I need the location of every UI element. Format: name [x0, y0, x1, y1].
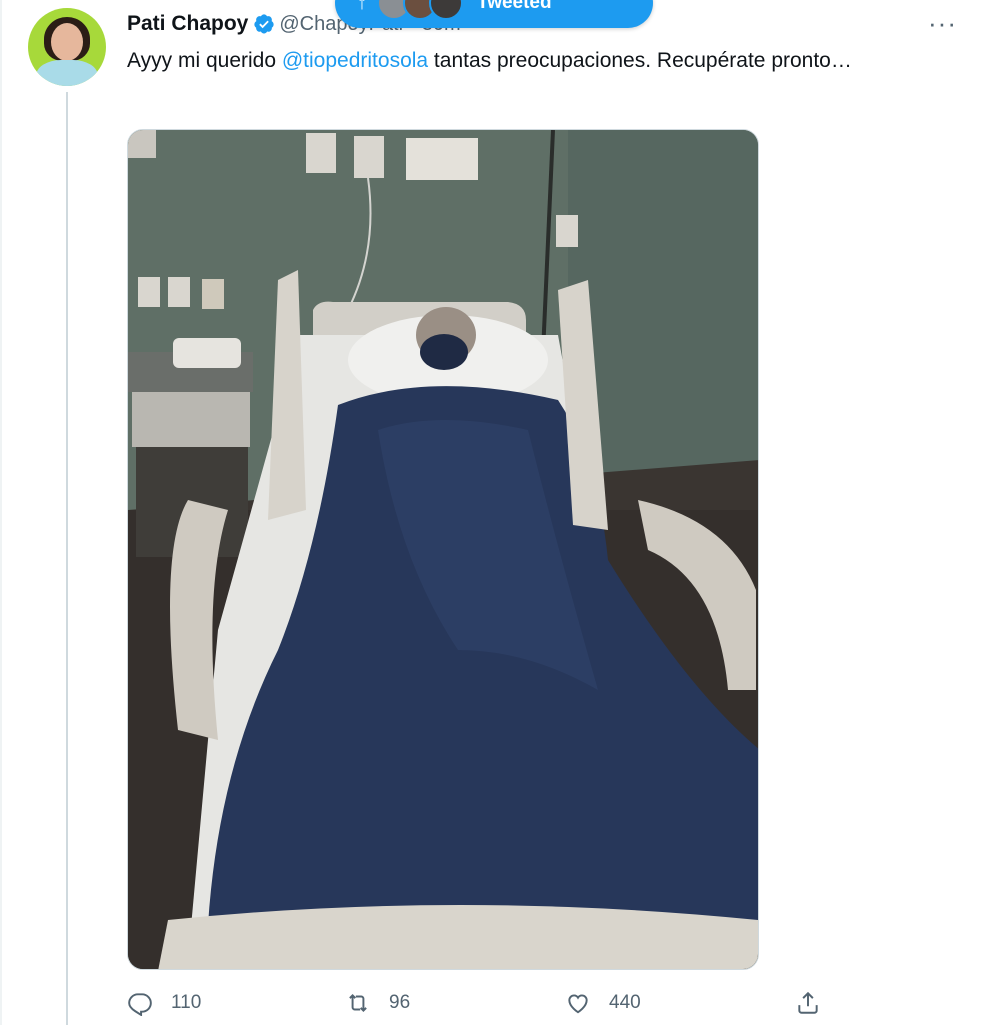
pill-avatars — [377, 0, 463, 20]
retweet-icon — [349, 994, 367, 1012]
avatar-face — [51, 23, 83, 61]
pill-avatar — [429, 0, 463, 20]
avatar-shirt — [36, 60, 98, 86]
mention-link[interactable]: @tiopedritosola — [282, 49, 428, 72]
like-count: 440 — [609, 992, 641, 1013]
share-icon — [798, 991, 818, 1014]
like-button[interactable]: 440 — [565, 990, 641, 1016]
timeline-edge — [0, 0, 2, 1025]
reply-count: 110 — [171, 992, 202, 1013]
share-button[interactable] — [795, 990, 839, 1016]
retweet-button[interactable]: 96 — [345, 990, 410, 1016]
author-avatar[interactable] — [28, 8, 106, 86]
reply-button[interactable]: 110 — [127, 990, 201, 1016]
like-icon — [568, 994, 588, 1014]
tweet-text: Ayyy mi querido @tiopedritosola tantas p… — [127, 45, 927, 77]
reply-icon — [128, 993, 152, 1016]
thread-connector — [66, 92, 68, 1025]
tweet-text-end: tantas preocupaciones. Recupérate pronto… — [428, 49, 852, 72]
tweet-text-start: Ayyy mi querido — [127, 49, 282, 72]
hospital-bed-photo — [128, 130, 758, 969]
new-tweets-pill[interactable]: ↑ Tweeted — [335, 0, 653, 28]
arrow-up-icon: ↑ — [357, 0, 367, 14]
tweet-actions: 110 96 440 — [127, 990, 827, 1025]
author-name[interactable]: Pati Chapoy — [127, 12, 248, 36]
tweet-photo[interactable] — [127, 129, 759, 970]
pill-label: Tweeted — [477, 0, 552, 13]
more-icon[interactable]: ··· — [928, 8, 957, 39]
verified-badge-icon — [254, 14, 274, 34]
retweet-count: 96 — [389, 992, 411, 1013]
